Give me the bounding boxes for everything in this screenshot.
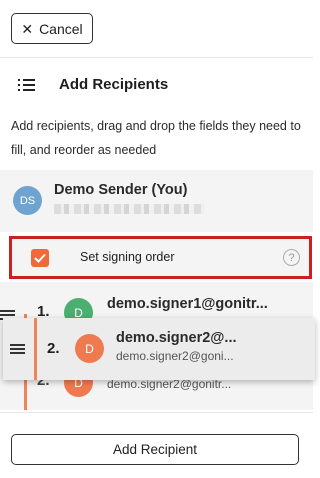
sender-row: DS Demo Sender (You) [0, 170, 313, 232]
section-title: Add Recipients [59, 76, 169, 93]
sender-name: Demo Sender (You) [54, 182, 188, 198]
section-header: Add Recipients [18, 76, 168, 93]
cancel-label: Cancel [39, 20, 83, 37]
help-icon[interactable]: ? [283, 249, 300, 266]
signing-order-checkbox[interactable] [31, 249, 49, 267]
sender-email-redacted [54, 204, 204, 214]
signer-item-1[interactable]: 1. D demo.signer1@gonitr... [0, 288, 313, 327]
checkmark-icon [34, 253, 46, 263]
signer-email: demo.signer2@... [116, 330, 237, 346]
signing-order-label: Set signing order [80, 250, 175, 264]
list-icon [18, 78, 36, 92]
signer-avatar: D [75, 334, 104, 363]
signer-email-secondary: demo.signer2@goni... [116, 349, 234, 363]
signing-order-row: Set signing order ? [9, 236, 312, 279]
description-text: Add recipients, drag and drop the fields… [11, 119, 301, 157]
signer-email: demo.signer1@gonitr... [107, 296, 268, 312]
sender-avatar: DS [13, 186, 42, 215]
signer-order-number: 2. [47, 340, 60, 357]
dragged-signer-card[interactable]: 2. D demo.signer2@... demo.signer2@goni.… [3, 318, 315, 380]
footer: Add Recipient [0, 412, 313, 478]
close-icon: ✕ [21, 20, 34, 37]
signer-order-bar [34, 318, 37, 380]
cancel-button[interactable]: ✕ Cancel [11, 13, 93, 44]
add-recipient-button[interactable]: Add Recipient [11, 434, 299, 465]
top-bar: ✕ Cancel [0, 0, 313, 58]
drag-handle-icon[interactable] [10, 344, 25, 354]
